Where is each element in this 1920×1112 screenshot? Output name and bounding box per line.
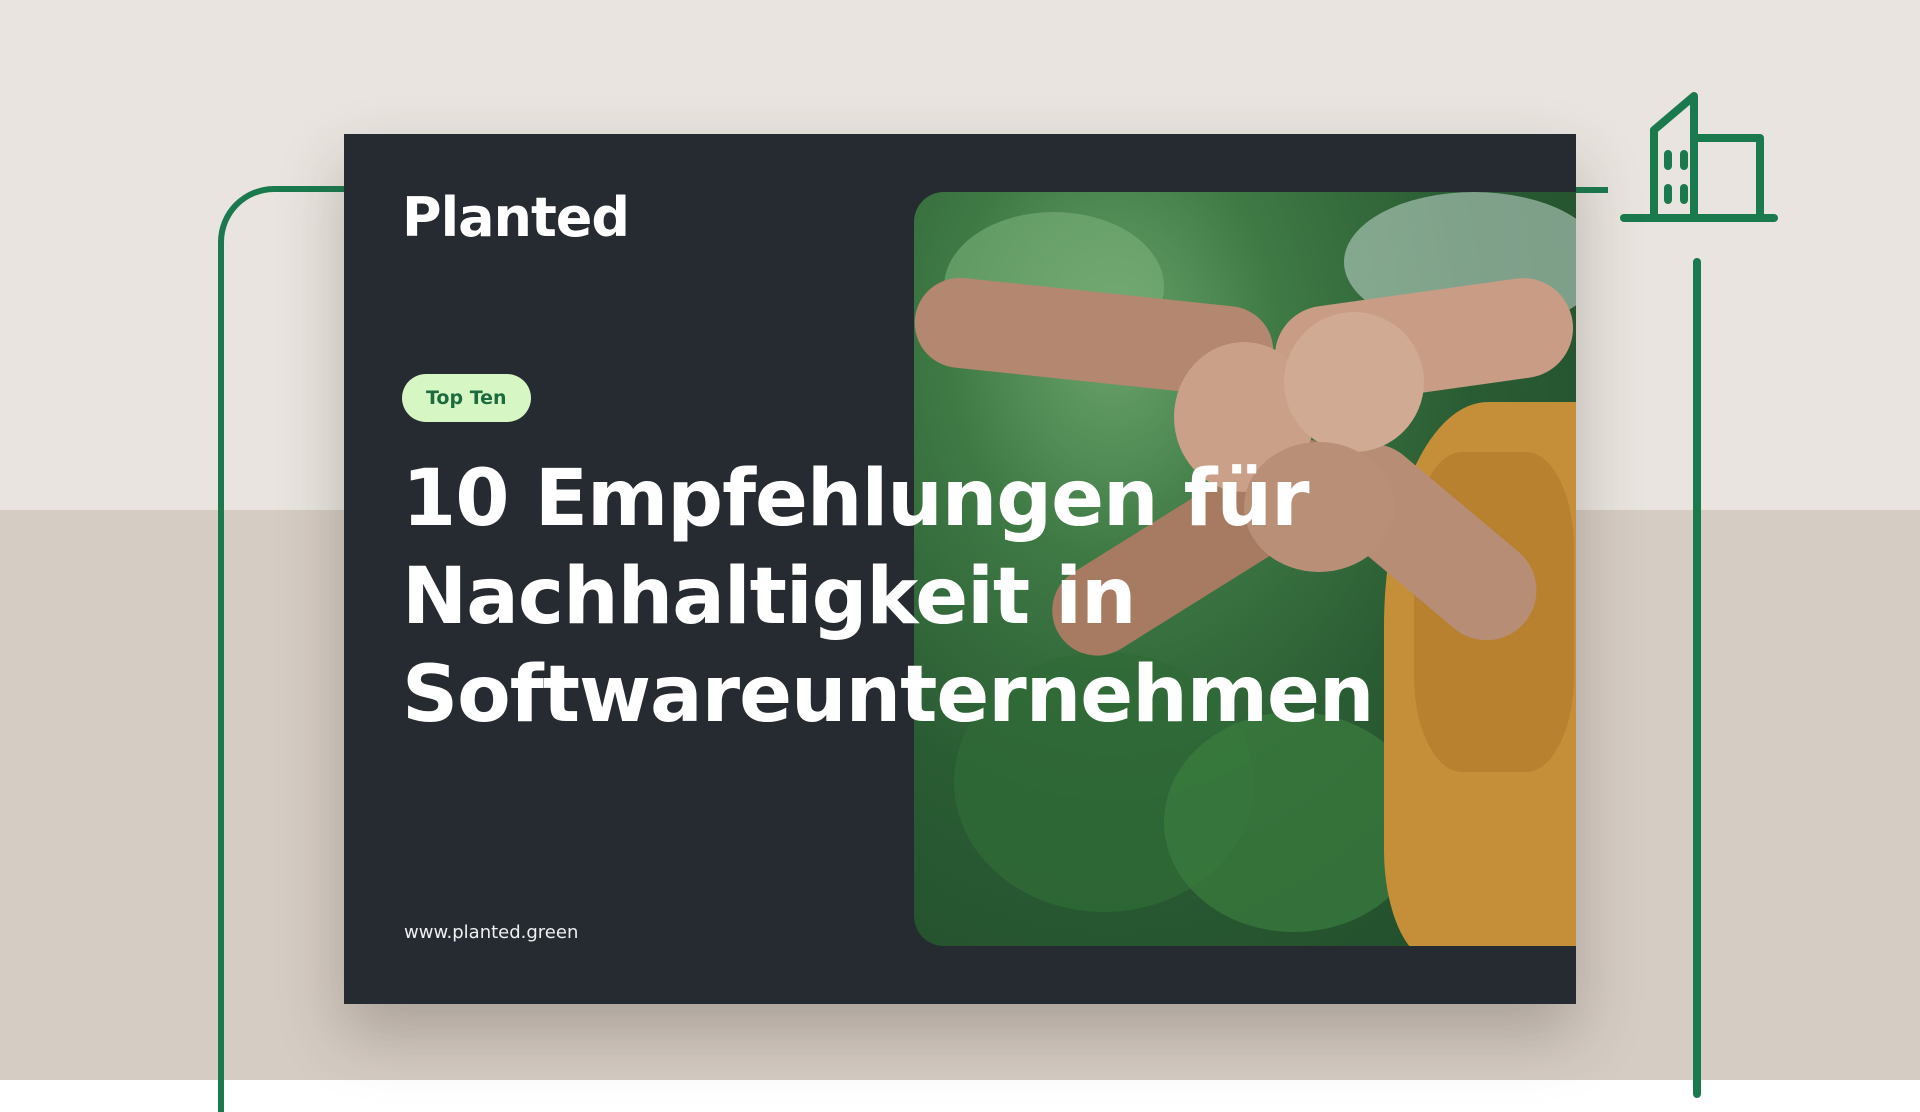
building-icon [1620, 92, 1778, 222]
planted-logo: Planted [402, 186, 630, 249]
page-title: 10 Empfehlungen für Nachhaltigkeit in So… [402, 454, 1374, 740]
website-url: www.planted.green [404, 922, 579, 943]
ebook-cover-card: Planted Top Ten 10 Empfehlungen für Nach… [344, 134, 1576, 1004]
frame-right-vertical [1693, 258, 1701, 1098]
category-badge: Top Ten [402, 374, 531, 422]
